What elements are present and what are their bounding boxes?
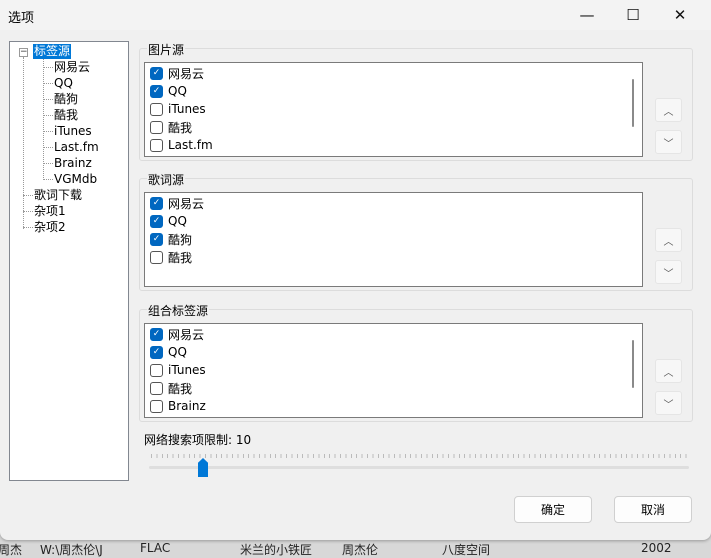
- slider-thumb[interactable]: [198, 458, 208, 477]
- ok-button[interactable]: 确定: [514, 496, 592, 523]
- source-item[interactable]: iTunes: [150, 361, 206, 379]
- source-item[interactable]: ✓ QQ: [150, 212, 187, 230]
- tree-item-source[interactable]: Last.fm: [53, 140, 100, 155]
- tree-item-tag-sources[interactable]: 标签源: [33, 44, 72, 59]
- tree-item-source[interactable]: iTunes: [53, 124, 93, 139]
- checkbox[interactable]: [150, 120, 163, 134]
- tree-line: [43, 147, 53, 148]
- tree-line: [43, 115, 53, 116]
- source-item[interactable]: ✓ 网易云: [150, 325, 204, 343]
- source-item-label: QQ: [168, 84, 187, 98]
- collapse-icon[interactable]: −: [19, 48, 28, 57]
- settings-tree[interactable]: − 标签源 网易云 QQ 酷狗 酷我 iTunes Last.fm Brainz VGMdb 歌…: [9, 41, 129, 481]
- source-item-label: QQ: [168, 345, 187, 359]
- bg-cell: FLAC: [140, 541, 171, 555]
- source-item-label: 网易云: [168, 196, 205, 211]
- group-label: 图片源: [147, 41, 186, 58]
- minimize-button[interactable]: —: [564, 0, 610, 30]
- tree-item-source[interactable]: 酷我: [53, 108, 79, 123]
- move-down-button[interactable]: ﹀: [655, 130, 682, 154]
- source-item[interactable]: ✓ 网易云: [150, 64, 204, 82]
- checkbox[interactable]: [150, 363, 163, 377]
- checkbox[interactable]: ✓: [150, 232, 163, 246]
- source-item[interactable]: 酷我: [150, 118, 192, 136]
- tree-line: [43, 131, 53, 132]
- tree-line: [43, 59, 44, 180]
- checkbox[interactable]: [150, 138, 163, 152]
- tree-item-source[interactable]: 网易云: [53, 60, 91, 75]
- group-label: 组合标签源: [147, 302, 210, 319]
- checkbox[interactable]: [150, 102, 163, 116]
- tree-line: [43, 163, 53, 164]
- tree-item-source[interactable]: 酷狗: [53, 92, 79, 107]
- checkbox[interactable]: ✓: [150, 84, 163, 98]
- search-limit-slider[interactable]: [149, 466, 689, 469]
- source-item[interactable]: ✓ 网易云: [150, 194, 204, 212]
- source-item-label: Last.fm: [168, 138, 213, 152]
- bg-cell: 2002: [641, 541, 672, 555]
- source-item[interactable]: ✓ QQ: [150, 82, 187, 100]
- tree-item-category[interactable]: 杂项1: [33, 204, 67, 219]
- source-item-label: 网易云: [168, 66, 205, 81]
- tree-item-category[interactable]: 杂项2: [33, 220, 67, 235]
- checkbox[interactable]: ✓: [150, 214, 163, 228]
- checkbox[interactable]: ✓: [150, 345, 163, 359]
- checkbox[interactable]: [150, 381, 163, 395]
- move-up-button[interactable]: ︿: [655, 228, 682, 252]
- tree-line: [23, 195, 33, 196]
- source-item-label: 酷我: [168, 250, 193, 265]
- source-item[interactable]: ✓ QQ: [150, 343, 187, 361]
- tree-item-source[interactable]: VGMdb: [53, 172, 98, 187]
- close-button[interactable]: ✕: [657, 0, 703, 30]
- source-item[interactable]: 酷我: [150, 248, 192, 266]
- window-title: 选项: [8, 11, 35, 26]
- tree-item-source[interactable]: QQ: [53, 76, 74, 91]
- options-dialog: 选项 — ☐ ✕ − 标签源 网易云 QQ 酷狗 酷我 iTunes Last.fm Bra…: [0, 0, 711, 540]
- search-limit-label: 网络搜索项限制: 10: [144, 433, 252, 447]
- source-item[interactable]: Brainz: [150, 397, 206, 415]
- checkbox[interactable]: ✓: [150, 196, 163, 210]
- source-checklist[interactable]: ✓ 网易云 ✓ QQ iTunes 酷我 Brainz: [144, 323, 643, 418]
- source-item-label: iTunes: [168, 102, 206, 116]
- cancel-button[interactable]: 取消: [614, 496, 692, 523]
- source-item-label: iTunes: [168, 363, 206, 377]
- tree-line: [23, 211, 33, 212]
- source-item[interactable]: iTunes: [150, 100, 206, 118]
- tree-line: [43, 67, 53, 68]
- checkbox[interactable]: ✓: [150, 327, 163, 341]
- source-item[interactable]: ✓ 酷狗: [150, 230, 192, 248]
- scrollbar[interactable]: [632, 340, 634, 388]
- source-checklist[interactable]: ✓ 网易云 ✓ QQ ✓ 酷狗酷我: [144, 192, 643, 287]
- source-item[interactable]: Last.fm: [150, 136, 213, 154]
- checkbox[interactable]: [150, 399, 163, 413]
- scrollbar[interactable]: [632, 79, 634, 127]
- slider-ticks: [151, 454, 687, 458]
- tree-line: [23, 57, 24, 229]
- title-bar[interactable]: 选项 — ☐ ✕: [0, 0, 711, 30]
- maximize-button[interactable]: ☐: [610, 0, 656, 30]
- move-up-button[interactable]: ︿: [655, 359, 682, 383]
- tree-line: [43, 83, 53, 84]
- source-item-label: 酷我: [168, 381, 193, 396]
- source-item-label: Brainz: [168, 399, 206, 413]
- tree-line: [43, 99, 53, 100]
- group-label: 歌词源: [147, 171, 186, 188]
- checkbox[interactable]: ✓: [150, 66, 163, 80]
- tree-line: [43, 179, 53, 180]
- move-down-button[interactable]: ﹀: [655, 260, 682, 284]
- checkbox[interactable]: [150, 250, 163, 264]
- tree-item-category[interactable]: 歌词下载: [33, 188, 83, 203]
- tree-line: [23, 227, 33, 228]
- move-down-button[interactable]: ﹀: [655, 391, 682, 415]
- source-item-label: QQ: [168, 214, 187, 228]
- source-item-label: 酷狗: [168, 232, 193, 247]
- move-up-button[interactable]: ︿: [655, 98, 682, 122]
- source-checklist[interactable]: ✓ 网易云 ✓ QQ iTunes 酷我 Last.fm: [144, 62, 643, 157]
- tree-item-source[interactable]: Brainz: [53, 156, 93, 171]
- source-item-label: 网易云: [168, 327, 205, 342]
- source-item-label: 酷我: [168, 120, 193, 135]
- source-item[interactable]: 酷我: [150, 379, 192, 397]
